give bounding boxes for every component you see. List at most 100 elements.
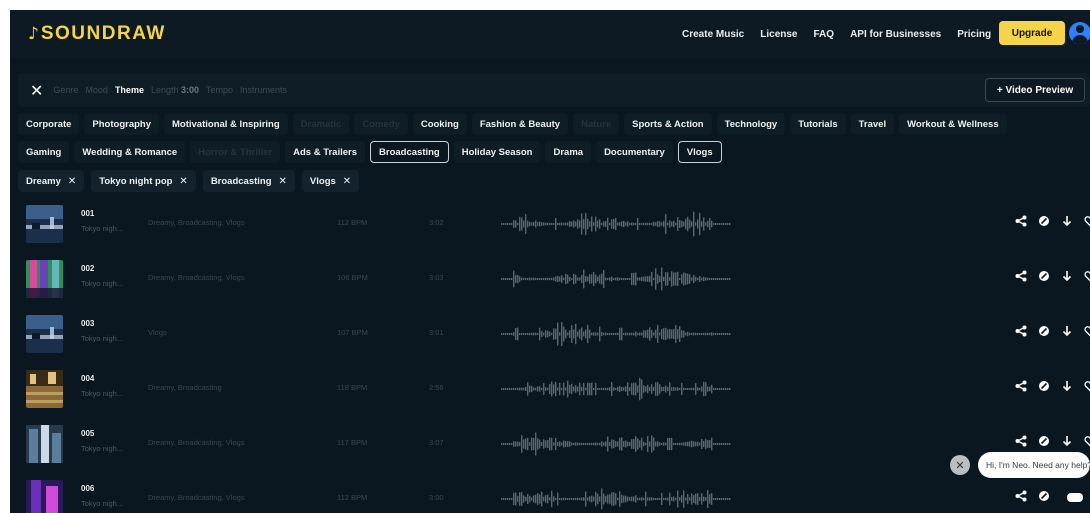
track-thumbnail[interactable]: [26, 260, 63, 298]
track-title[interactable]: Tokyo nigh...: [81, 334, 123, 343]
remove-tag-icon[interactable]: ✕: [179, 176, 187, 187]
share-icon[interactable]: [1014, 489, 1028, 503]
selected-tag-dreamy[interactable]: Dreamy ✕: [18, 170, 85, 192]
clear-filters-close-icon[interactable]: ✕: [30, 81, 43, 100]
theme-chip-horror-and-thriller[interactable]: Horror & Thriller: [190, 141, 281, 163]
link-icon[interactable]: [1037, 489, 1051, 503]
selected-tag-tokyo-night-pop[interactable]: Tokyo night pop ✕: [91, 170, 196, 192]
track-row[interactable]: 001 Tokyo nigh... Dreamy, Broadcasting, Vl…: [18, 199, 1090, 251]
share-icon[interactable]: [1014, 269, 1028, 283]
track-thumbnail[interactable]: [26, 370, 63, 408]
user-avatar-icon[interactable]: [1069, 22, 1090, 44]
track-thumbnail[interactable]: [26, 315, 63, 353]
download-icon[interactable]: [1060, 434, 1074, 448]
theme-chip-sports-and-action[interactable]: Sports & Action: [624, 113, 712, 135]
filter-tab-instruments[interactable]: Instruments: [240, 85, 287, 95]
remove-tag-icon[interactable]: ✕: [343, 176, 351, 187]
heart-icon[interactable]: [1083, 434, 1090, 448]
track-waveform[interactable]: [501, 207, 731, 241]
video-preview-button[interactable]: + Video Preview: [985, 78, 1085, 102]
theme-chip-corporate[interactable]: Corporate: [18, 113, 80, 135]
theme-chip-vlogs[interactable]: Vlogs: [677, 141, 722, 163]
theme-chip-drama[interactable]: Drama: [545, 141, 592, 163]
remove-tag-icon[interactable]: ✕: [68, 176, 76, 187]
share-icon[interactable]: [1014, 214, 1028, 228]
link-icon[interactable]: [1037, 434, 1051, 448]
theme-chip-photography[interactable]: Photography: [84, 113, 159, 135]
link-icon[interactable]: [1037, 379, 1051, 393]
track-row[interactable]: 004 Tokyo nigh... Dreamy, Broadcasting 118 …: [18, 364, 1090, 416]
heart-icon[interactable]: [1083, 379, 1090, 393]
theme-chip-gaming[interactable]: Gaming: [18, 141, 70, 163]
track-waveform[interactable]: [501, 427, 731, 461]
theme-chip-tutorials[interactable]: Tutorials: [790, 113, 846, 135]
selected-tag-vlogs[interactable]: Vlogs ✕: [301, 170, 360, 192]
filter-tab-genre[interactable]: Genre: [53, 85, 78, 95]
download-icon[interactable]: [1060, 379, 1074, 393]
theme-chip-holiday-season[interactable]: Holiday Season: [453, 141, 541, 163]
track-row[interactable]: 002 Tokyo nigh... Dreamy, Broadcasting, Vl…: [18, 254, 1090, 306]
nav-license[interactable]: License: [760, 29, 797, 40]
heart-icon[interactable]: [1083, 214, 1090, 228]
theme-chip-cooking[interactable]: Cooking: [412, 113, 467, 135]
download-icon[interactable]: [1060, 269, 1074, 283]
nav-faq[interactable]: FAQ: [814, 29, 835, 40]
theme-chip-dramatic[interactable]: Dramatic: [292, 113, 350, 135]
nav-create-music[interactable]: Create Music: [682, 29, 744, 40]
track-waveform[interactable]: [501, 372, 731, 406]
remove-tag-icon[interactable]: ✕: [279, 176, 287, 187]
track-waveform[interactable]: [501, 482, 731, 513]
share-icon[interactable]: [1014, 434, 1028, 448]
track-thumbnail[interactable]: [26, 480, 63, 513]
theme-chip-travel[interactable]: Travel: [850, 113, 895, 135]
download-icon[interactable]: [1060, 324, 1074, 338]
filter-tab-tempo[interactable]: Tempo: [206, 85, 233, 95]
heart-icon[interactable]: [1083, 269, 1090, 283]
nav-pricing[interactable]: Pricing: [957, 29, 991, 40]
filter-tab-mood[interactable]: Mood: [85, 85, 108, 95]
filter-tab-length[interactable]: Length 3:00: [151, 85, 199, 95]
track-title[interactable]: Tokyo nigh...: [81, 389, 123, 398]
selected-tag-broadcasting[interactable]: Broadcasting ✕: [202, 170, 295, 192]
soundraw-logo[interactable]: ♪ SOUNDRAW: [28, 23, 166, 45]
theme-chip-technology[interactable]: Technology: [716, 113, 786, 135]
theme-chip-wedding-and-romance[interactable]: Wedding & Romance: [74, 141, 186, 163]
track-waveform[interactable]: [501, 262, 731, 296]
link-icon[interactable]: [1037, 214, 1051, 228]
waveform[interactable]: [501, 207, 731, 241]
track-thumbnail[interactable]: [26, 425, 63, 463]
chat-close-button[interactable]: ✕: [950, 455, 970, 475]
track-title[interactable]: Tokyo nigh...: [81, 444, 123, 453]
track-row[interactable]: 003 Tokyo nigh... Vlogs 107 BPM 3:01: [18, 309, 1090, 361]
theme-chip-ads-and-trailers[interactable]: Ads & Trailers: [285, 141, 366, 163]
track-title[interactable]: Tokyo nigh...: [81, 279, 123, 288]
nav-api-for-businesses[interactable]: API for Businesses: [850, 29, 941, 40]
waveform[interactable]: [501, 482, 731, 513]
track-waveform[interactable]: [501, 317, 731, 351]
theme-chip-motivational-and-inspiring[interactable]: Motivational & Inspiring: [164, 113, 288, 135]
waveform[interactable]: [501, 317, 731, 351]
theme-chip-nature[interactable]: Nature: [573, 113, 620, 135]
theme-chip-comedy[interactable]: Comedy: [354, 113, 408, 135]
download-icon[interactable]: [1060, 214, 1074, 228]
link-icon[interactable]: [1037, 324, 1051, 338]
track-row[interactable]: 006 Tokyo nigh... Dreamy, Broadcasting, Vl…: [18, 474, 1090, 513]
chat-launcher-button[interactable]: [1060, 482, 1090, 513]
theme-chip-broadcasting[interactable]: Broadcasting: [370, 141, 449, 163]
waveform[interactable]: [501, 372, 731, 406]
track-row[interactable]: 005 Tokyo nigh... Dreamy, Broadcasting, Vl…: [18, 419, 1090, 471]
upgrade-button[interactable]: Upgrade: [999, 21, 1065, 45]
track-title[interactable]: Tokyo nigh...: [81, 224, 123, 233]
share-icon[interactable]: [1014, 324, 1028, 338]
share-icon[interactable]: [1014, 379, 1028, 393]
theme-chip-documentary[interactable]: Documentary: [596, 141, 673, 163]
heart-icon[interactable]: [1083, 324, 1090, 338]
waveform[interactable]: [501, 427, 731, 461]
track-title[interactable]: Tokyo nigh...: [81, 499, 123, 508]
theme-chip-fashion-and-beauty[interactable]: Fashion & Beauty: [471, 113, 569, 135]
chat-greeting-bubble[interactable]: Hi, I'm Neo. Need any help?: [978, 452, 1090, 478]
track-thumbnail[interactable]: [26, 205, 63, 243]
link-icon[interactable]: [1037, 269, 1051, 283]
filter-tab-theme[interactable]: Theme: [115, 85, 144, 95]
waveform[interactable]: [501, 262, 731, 296]
